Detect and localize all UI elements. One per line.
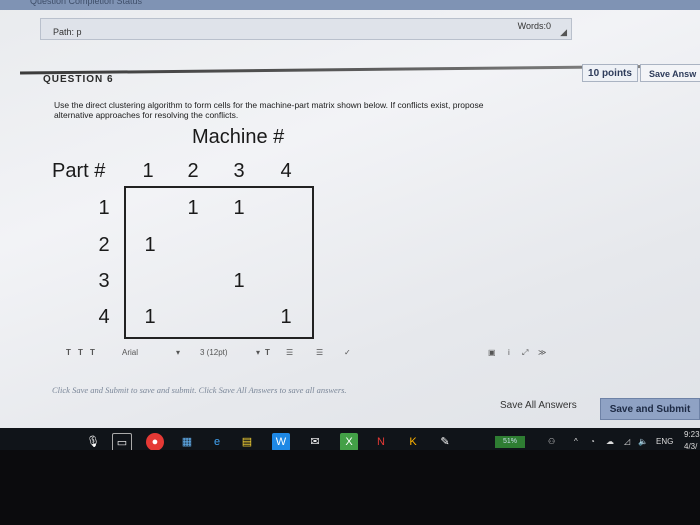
cloud-icon[interactable]: ☁	[606, 437, 614, 446]
browser-viewport: Question Completion Status Path: p Words…	[0, 0, 700, 450]
store-icon[interactable]: ▦	[178, 433, 196, 450]
fullscreen-icon[interactable]: ⤢	[522, 348, 528, 358]
expand-toolbar-icon[interactable]: ≫	[538, 348, 546, 357]
question-text-line-2: alternative approaches for resolving the…	[54, 110, 239, 120]
top-strip: Question Completion Status	[0, 0, 700, 10]
matrix-cell-4-1: 1	[144, 306, 156, 328]
clock-date[interactable]: 4/3/	[684, 442, 697, 450]
app-icon[interactable]: ✎	[436, 433, 454, 450]
kodi-icon[interactable]: K	[404, 433, 422, 450]
machine-col-3: 3	[233, 160, 245, 182]
editor-status-bar: Path: p Words:0 ◢	[40, 18, 572, 40]
machine-col-4: 4	[280, 160, 292, 182]
submit-hint: Click Save and Submit to save and submit…	[52, 385, 347, 395]
word-icon[interactable]: W	[272, 433, 290, 450]
question-text-line-1: Use the direct clustering algorithm to f…	[54, 100, 484, 110]
machine-col-2: 2	[187, 160, 199, 182]
resize-handle-icon[interactable]: ◢	[560, 27, 567, 38]
save-all-answers-button[interactable]: Save All Answers	[500, 400, 577, 411]
machine-col-1: 1	[142, 160, 154, 182]
part-row-2: 2	[98, 234, 110, 256]
text-format-button-2[interactable]: T	[78, 348, 83, 357]
save-and-submit-button[interactable]: Save and Submit	[600, 398, 700, 420]
network-icon[interactable]: ◔	[590, 437, 595, 446]
part-row-1: 1	[98, 197, 110, 219]
matrix-cell-3-3: 1	[233, 270, 245, 292]
language-indicator[interactable]: ENG	[656, 437, 673, 446]
edge-icon[interactable]: e	[208, 433, 226, 450]
font-dropdown-icon[interactable]: ▾	[176, 348, 180, 357]
bullet-list-icon[interactable]: ☰	[286, 348, 293, 357]
mail-icon[interactable]: ✉	[306, 433, 324, 450]
matrix-cell-1-2: 1	[187, 197, 199, 219]
top-strip-text: Question Completion Status	[30, 0, 143, 6]
text-color-icon[interactable]: T	[265, 348, 270, 357]
points-badge: 10 points	[582, 64, 638, 82]
wifi-icon[interactable]: ◿	[624, 437, 630, 446]
volume-icon[interactable]: 🔈	[638, 437, 648, 446]
info-icon[interactable]: i	[508, 348, 510, 357]
spellcheck-icon[interactable]: ✓	[344, 348, 351, 357]
battery-indicator[interactable]: 51%	[495, 436, 525, 448]
part-row-3: 3	[98, 270, 110, 292]
matrix-cell-4-4: 1	[280, 306, 292, 328]
format-toolbar: T T T Arial ▾ 3 (12pt) ▾ T ☰ ☰ ✓ ▣ i ⤢ ≫	[60, 344, 580, 362]
part-label: Part #	[52, 160, 106, 182]
matrix-cell-1-3: 1	[233, 197, 245, 219]
clock-time[interactable]: 9:23	[684, 430, 700, 439]
numbered-list-icon[interactable]: ☰	[316, 348, 323, 357]
matrix-header: Machine #	[192, 126, 285, 148]
matrix-cell-2-1: 1	[144, 234, 156, 256]
preview-icon[interactable]: ▣	[488, 348, 496, 357]
chrome-icon[interactable]: ●	[146, 433, 164, 450]
path-label: Path: p	[53, 27, 82, 37]
netflix-icon[interactable]: N	[372, 433, 390, 450]
font-select[interactable]: Arial	[122, 348, 138, 357]
text-format-button-3[interactable]: T	[90, 348, 95, 357]
question-text: Use the direct clustering algorithm to f…	[54, 100, 574, 120]
task-view-icon[interactable]: ▭	[112, 433, 132, 450]
save-answer-button[interactable]: Save Answ	[640, 64, 700, 82]
tray-chevron-icon[interactable]: ^	[574, 437, 578, 446]
word-count: Words:0	[517, 21, 551, 31]
size-dropdown-icon[interactable]: ▾	[256, 348, 260, 357]
size-select[interactable]: 3 (12pt)	[200, 348, 228, 357]
people-icon[interactable]: ⚇	[548, 437, 555, 446]
part-row-4: 4	[98, 306, 110, 328]
excel-icon[interactable]: X	[340, 433, 358, 450]
question-title: QUESTION 6	[43, 74, 114, 85]
microphone-icon[interactable]: 🎙	[84, 433, 102, 450]
taskbar: 🎙 ▭ ● ▦ e ▤ W ✉ X N K ✎ 51% ⚇ ^ ◔ ☁ ◿ 🔈 …	[0, 428, 700, 450]
file-explorer-icon[interactable]: ▤	[238, 433, 256, 450]
text-format-button-1[interactable]: T	[66, 348, 71, 357]
